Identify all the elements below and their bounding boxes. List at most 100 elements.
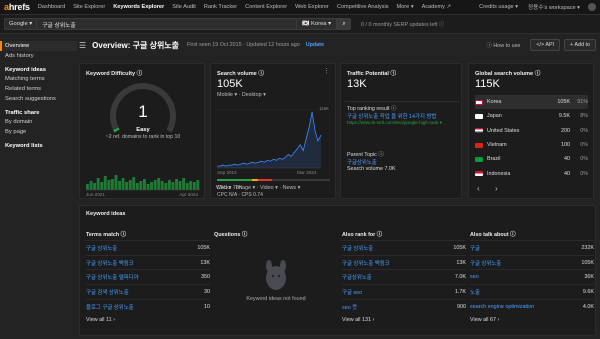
gv-row[interactable]: United States 200 0% bbox=[475, 124, 588, 138]
ki-keyword[interactable]: search engine optimization bbox=[470, 304, 534, 310]
ki-volume: 36K bbox=[584, 274, 594, 281]
nav-dashboard[interactable]: Dashboard bbox=[38, 4, 65, 10]
nav-web-explorer[interactable]: Web Explorer bbox=[295, 4, 329, 10]
kd-trend-bar bbox=[107, 180, 111, 190]
workspace-menu[interactable]: 정용수's workspace ▾ bbox=[528, 3, 580, 11]
nav-keywords-explorer[interactable]: Keywords Explorer bbox=[113, 4, 164, 10]
table-row[interactable]: 구글 검색 상위노출 30 bbox=[86, 284, 210, 299]
add-to-button[interactable]: + Add to bbox=[564, 39, 596, 51]
gv-pct: 0% bbox=[580, 170, 588, 177]
table-row[interactable]: 구글 232K bbox=[470, 240, 594, 255]
how-to-use-link[interactable]: ⓘ How to use bbox=[487, 41, 521, 49]
ki-keyword[interactable]: 구글 상위노출 백링크 bbox=[342, 259, 390, 267]
tp-title: Traffic Potential ⓘ bbox=[347, 71, 397, 77]
serp-features-filter[interactable]: Web ▾ · Image ▾ · Video ▾ · News ▾ bbox=[216, 185, 300, 191]
ki-keyword[interactable]: 블로그 구글 상위노출 bbox=[86, 303, 134, 311]
sidebar-item-by-domain[interactable]: By domain bbox=[0, 117, 77, 127]
ki-keyword[interactable]: seo bbox=[470, 274, 479, 280]
sidebar-item-related-terms[interactable]: Related terms bbox=[0, 84, 77, 94]
ki-keyword[interactable]: 구글 상위노출 엘피디아 bbox=[86, 273, 139, 281]
gv-row[interactable]: Vietnam 100 0% bbox=[475, 138, 588, 152]
ki-col-head: Terms match ⓘ bbox=[86, 232, 127, 238]
table-row[interactable]: 구글 상위노출 엘피디아 350 bbox=[86, 269, 210, 284]
keyword-input[interactable]: 구글 상위노출 bbox=[37, 18, 298, 30]
ki-col-head: Also talk about ⓘ bbox=[470, 232, 516, 238]
gv-row[interactable]: Brazil 40 0% bbox=[475, 152, 588, 166]
menu-icon[interactable]: ☰ bbox=[79, 41, 86, 50]
ki-keyword[interactable]: seo 뜻 bbox=[342, 303, 357, 311]
table-row[interactable]: 구글 상위노출 105K bbox=[86, 240, 210, 255]
view-all-terms-match-link[interactable]: View all 11 › bbox=[86, 317, 210, 323]
ki-keyword[interactable]: 노출 bbox=[470, 288, 480, 296]
ki-col-head: Also rank for ⓘ bbox=[342, 232, 383, 238]
kd-trend-bar bbox=[175, 179, 178, 190]
search-button[interactable]: ⌕ bbox=[337, 18, 352, 30]
ki-keyword[interactable]: 구글 상위노출 bbox=[470, 259, 501, 267]
parent-topic-label: Parent Topic ⓘ bbox=[347, 152, 384, 158]
gv-next-icon[interactable]: › bbox=[495, 184, 498, 193]
avatar[interactable] bbox=[588, 3, 596, 11]
gv-row[interactable]: Indonesia 40 0% bbox=[475, 166, 588, 180]
gv-row[interactable]: Japan 9.5K 8% bbox=[475, 109, 588, 123]
ki-volume: 9.6K bbox=[582, 288, 594, 295]
sidebar-head-keyword-ideas[interactable]: Keyword ideas bbox=[0, 61, 77, 74]
table-row[interactable]: 구글 상위노출 105K bbox=[342, 240, 466, 255]
table-row[interactable]: 구글상위노출 7.0K bbox=[342, 269, 466, 284]
ki-keyword[interactable]: 구글상위노출 bbox=[342, 273, 372, 281]
gv-volume: 105K bbox=[557, 99, 570, 106]
parent-topic-volume: Search volume 7.0K bbox=[347, 166, 396, 172]
table-row[interactable]: 구글 seo 1.7K bbox=[342, 284, 466, 299]
global-volume-card: Global search volume ⓘ 115K Korea 105K 91%… bbox=[468, 63, 594, 199]
ki-keyword[interactable]: 구글 상위노출 bbox=[342, 244, 373, 252]
table-row[interactable]: 구글 상위노출 105K bbox=[470, 254, 594, 270]
nav-site-audit[interactable]: Site Audit bbox=[172, 4, 196, 10]
ki-keyword[interactable]: 구글 상위노출 bbox=[86, 244, 117, 252]
country-select[interactable]: 🇰🇷 Korea ▾ bbox=[297, 18, 338, 30]
gv-prev-icon[interactable]: ‹ bbox=[477, 184, 480, 193]
table-row[interactable]: 블로그 구글 상위노출 10 bbox=[86, 298, 210, 314]
sidebar-item-overview[interactable]: Overview bbox=[0, 41, 77, 51]
sidebar-item-by-page[interactable]: By page bbox=[0, 127, 77, 137]
nav-rank-tracker[interactable]: Rank Tracker bbox=[204, 4, 237, 10]
search-volume-card: Search volume ⓘ ⋮ 105K Mobile ▾ · Deskto… bbox=[210, 63, 336, 199]
ki-keyword[interactable]: 구글 seo bbox=[342, 288, 362, 296]
ki-volume: 232K bbox=[581, 244, 594, 251]
flag-japan-icon bbox=[475, 113, 483, 119]
gv-row[interactable]: Korea 105K 91% bbox=[475, 95, 588, 110]
table-row[interactable]: seo 36K bbox=[470, 269, 594, 284]
sidebar-head-keyword-lists[interactable]: Keyword lists bbox=[0, 137, 77, 150]
search-engine-select[interactable]: Google ▾ bbox=[4, 18, 38, 30]
view-all-also-rank-link[interactable]: View all 131 › bbox=[342, 317, 466, 323]
search-icon: ⌕ bbox=[342, 20, 346, 27]
view-all-also-talk-link[interactable]: View all 67 › bbox=[470, 317, 594, 323]
ki-keyword[interactable]: 구글 상위노출 백링크 bbox=[86, 259, 134, 267]
table-row[interactable]: 노출 9.6K bbox=[470, 284, 594, 299]
table-row[interactable]: search engine optimization 4.0K bbox=[470, 298, 594, 314]
kd-trend-bar bbox=[125, 182, 129, 190]
api-button[interactable]: </> API bbox=[530, 39, 561, 51]
credits-usage-menu[interactable]: Credits usage ▾ bbox=[479, 4, 518, 10]
sidebar-item-search-suggestions[interactable]: Search suggestions bbox=[0, 94, 77, 104]
page-header: ☰ Overview: 구글 상위노출 First seen 19 Oct 20… bbox=[79, 35, 596, 55]
parent-topic-link[interactable]: 구글상위노출 bbox=[347, 158, 377, 166]
table-row[interactable]: 구글 상위노출 백링크 13K bbox=[86, 254, 210, 270]
sidebar-item-matching-terms[interactable]: Matching terms bbox=[0, 74, 77, 84]
ahrefs-logo[interactable]: ahrefs bbox=[4, 2, 30, 12]
sidebar-item-ads-history[interactable]: Ads history bbox=[0, 51, 77, 61]
update-link[interactable]: Update bbox=[306, 42, 324, 48]
table-row[interactable]: 구글 상위노출 백링크 13K bbox=[342, 254, 466, 270]
kd-trend-bar bbox=[118, 181, 121, 190]
ki-keyword[interactable]: 구글 검색 상위노출 bbox=[86, 288, 129, 296]
top-ranking-url[interactable]: https://www.ls-soft.com/seo/google-high-… bbox=[347, 120, 459, 126]
page-title: Overview: 구글 상위노출 bbox=[92, 40, 180, 50]
nav-more[interactable]: More ▾ bbox=[397, 4, 414, 10]
top-ranking-title[interactable]: 구글 상위노출 작업 을 위한 14가지 방법 bbox=[347, 112, 459, 120]
sidebar-head-traffic-share[interactable]: Traffic share bbox=[0, 104, 77, 117]
nav-academy[interactable]: Academy ↗ bbox=[422, 4, 452, 10]
nav-content-explorer[interactable]: Content Explorer bbox=[245, 4, 287, 10]
ki-keyword[interactable]: 구글 bbox=[470, 244, 480, 252]
kd-trend-bar bbox=[132, 177, 136, 190]
nav-competitive-analysis[interactable]: Competitive Analysis bbox=[337, 4, 389, 10]
nav-site-explorer[interactable]: Site Explorer bbox=[73, 4, 105, 10]
table-row[interactable]: seo 뜻 900 bbox=[342, 298, 466, 314]
